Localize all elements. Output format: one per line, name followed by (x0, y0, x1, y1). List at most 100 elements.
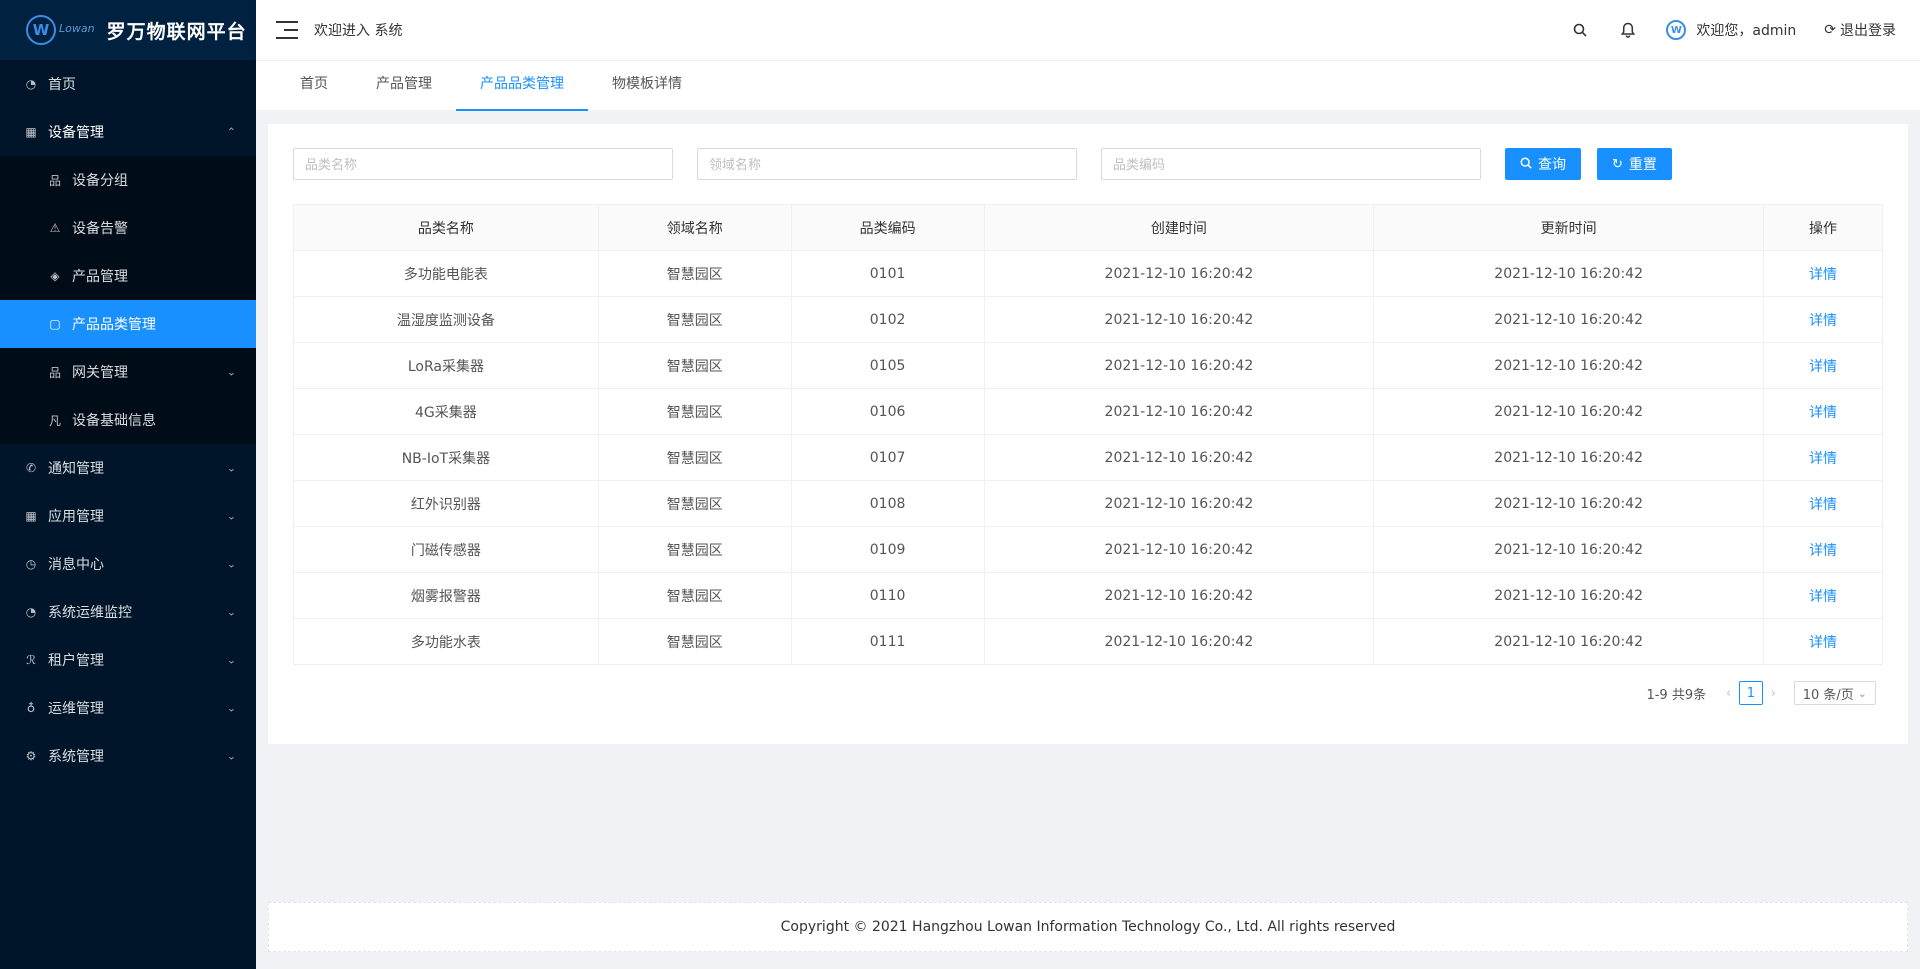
tab-product-management[interactable]: 产品管理 (352, 61, 456, 111)
table-cell: 烟雾报警器 (293, 572, 599, 619)
category-card: 查询 ↻ 重置 品类名称领域名称品类编码创建时间更新时间操作 多功能电能表智慧园… (268, 124, 1908, 744)
reset-button[interactable]: ↻ 重置 (1597, 148, 1672, 180)
sidebar-item-label: 设备告警 (72, 221, 128, 237)
sidebar-item-label: 系统运维监控 (48, 605, 132, 621)
sidebar-item-tenant[interactable]: ℛ 租户管理 ⌄ (0, 636, 256, 684)
table-cell: 2021-12-10 16:20:42 (983, 434, 1375, 481)
pagination: 1-9 共9条 ‹ 1 › 10 条/页 ⌄ (1646, 681, 1876, 705)
table-header: 品类名称 领域名称 品类编码 创建时间 更新时间 操作 (293, 204, 1883, 251)
tab-home[interactable]: 首页 (276, 61, 352, 111)
sidebar-item-device-info[interactable]: 凡 设备基础信息 (0, 396, 256, 444)
detail-link[interactable]: 详情 (1763, 480, 1883, 527)
detail-link[interactable]: 详情 (1763, 526, 1883, 573)
tab-product-category[interactable]: 产品品类管理 (456, 61, 588, 111)
table-column-header: 创建时间 (983, 204, 1375, 251)
sidebar-item-label: 产品管理 (72, 269, 128, 285)
sidebar-item-label: 网关管理 (72, 365, 128, 381)
table-cell: 智慧园区 (597, 572, 792, 619)
phone-icon: ✆ (25, 461, 37, 475)
detail-link[interactable]: 详情 (1763, 388, 1883, 435)
dashboard-icon: ◔ (25, 77, 37, 91)
menu-fold-icon[interactable] (276, 21, 298, 39)
lock-icon: ▢ (49, 317, 61, 331)
group-icon: 品 (48, 173, 61, 188)
table-cell: 智慧园区 (597, 480, 792, 527)
sidebar: W Lowan 罗万物联网平台 ◔ 首页 ▦ 设备管理 ⌃ 品 设备分组 ⚠ 设… (0, 0, 256, 969)
tab-model-template-detail[interactable]: 物模板详情 (588, 61, 706, 111)
sidebar-item-product-management[interactable]: ◈ 产品管理 (0, 252, 256, 300)
table-cell: 2021-12-10 16:20:42 (983, 526, 1375, 573)
sidebar-item-ops[interactable]: ♁ 运维管理 ⌄ (0, 684, 256, 732)
brand-logo[interactable]: W Lowan 罗万物联网平台 (0, 0, 256, 60)
user-greeting: 欢迎您，admin (1696, 23, 1797, 39)
chevron-down-icon: ⌄ (226, 461, 236, 475)
table-row: 温湿度监测设备 智慧园区 0102 2021-12-10 16:20:42 2021-1… (293, 296, 1883, 343)
next-page-icon[interactable]: › (1771, 686, 1776, 700)
table-row: NB-IoT采集器 智慧园区 0107 2021-12-10 16:20:42 2021… (293, 434, 1883, 481)
sidebar-item-label: 设备分组 (72, 173, 128, 189)
table-row: 门磁传感器 智慧园区 0109 2021-12-10 16:20:42 2021-12-… (293, 526, 1883, 573)
sidebar-item-apps[interactable]: ▦ 应用管理 ⌄ (0, 492, 256, 540)
category-name-input[interactable] (293, 148, 673, 180)
sidebar-item-messages[interactable]: ◷ 消息中心 ⌄ (0, 540, 256, 588)
sidebar-item-system[interactable]: ⚙ 系统管理 ⌄ (0, 732, 256, 780)
chevron-down-icon: ⌄ (226, 653, 236, 667)
page-footer: Copyright © 2021 Hangzhou Lowan Informat… (268, 902, 1908, 952)
table-cell: 2021-12-10 16:20:42 (983, 388, 1375, 435)
sidebar-item-label: 设备管理 (48, 125, 104, 141)
sidebar-item-system-monitor[interactable]: ◔ 系统运维监控 ⌄ (0, 588, 256, 636)
table-cell: 2021-12-10 16:20:42 (1373, 618, 1765, 665)
sidebar-item-product-category[interactable]: ▢ 产品品类管理 (0, 300, 256, 348)
detail-link[interactable]: 详情 (1763, 342, 1883, 389)
table-cell: 智慧园区 (597, 526, 792, 573)
page-number-current[interactable]: 1 (1738, 681, 1763, 705)
device-submenu: 品 设备分组 ⚠ 设备告警 ◈ 产品管理 ▢ 产品品类管理 品 网关管理 ⌄ 凡 (0, 156, 256, 444)
domain-name-input[interactable] (697, 148, 1077, 180)
info-icon: 凡 (48, 413, 61, 428)
table-row: 红外识别器 智慧园区 0108 2021-12-10 16:20:42 2021-12-… (293, 480, 1883, 527)
sidebar-item-device-group[interactable]: 品 设备分组 (0, 156, 256, 204)
product-icon: ◈ (50, 269, 60, 283)
table-cell: 2021-12-10 16:20:42 (983, 480, 1375, 527)
detail-link[interactable]: 详情 (1763, 296, 1883, 343)
table-column-header: 品类名称 (293, 204, 599, 251)
table-cell: 4G采集器 (293, 388, 599, 435)
table-cell: 温湿度监测设备 (293, 296, 599, 343)
table-cell: 0105 (790, 342, 985, 389)
detail-link[interactable]: 详情 (1763, 572, 1883, 619)
search-icon[interactable] (1570, 20, 1590, 40)
table-header-row: 品类名称 领域名称 品类编码 创建时间 更新时间 操作 (293, 204, 1883, 251)
pagination-summary: 1-9 共9条 (1646, 687, 1707, 703)
category-table: 品类名称 领域名称 品类编码 创建时间 更新时间 操作 多功能电能表 智慧园区 0101 202… (293, 204, 1883, 665)
search-button[interactable]: 查询 (1505, 148, 1581, 180)
sidebar-item-home[interactable]: ◔ 首页 (0, 60, 256, 108)
sidebar-item-notification[interactable]: ✆ 通知管理 ⌄ (0, 444, 256, 492)
page-size-select[interactable]: 10 条/页 ⌄ (1793, 681, 1876, 705)
bell-icon[interactable] (1618, 20, 1638, 40)
search-button-label: 查询 (1538, 156, 1566, 172)
sidebar-item-device-alarm[interactable]: ⚠ 设备告警 (0, 204, 256, 252)
sidebar-item-label: 首页 (48, 77, 76, 93)
sidebar-item-device-management[interactable]: ▦ 设备管理 ⌃ (0, 108, 256, 156)
sidebar-item-gateway[interactable]: 品 网关管理 ⌄ (0, 348, 256, 396)
reset-button-label: 重置 (1628, 156, 1657, 172)
sidebar-item-label: 通知管理 (48, 461, 104, 477)
chevron-down-icon: ⌄ (1857, 686, 1867, 700)
avatar-icon: W (1666, 20, 1687, 40)
table-cell: 0110 (790, 572, 985, 619)
detail-link[interactable]: 详情 (1763, 250, 1883, 297)
copyright-text: Copyright © 2021 Hangzhou Lowan Informat… (780, 919, 1396, 935)
table-cell: 0109 (790, 526, 985, 573)
table-cell: 0101 (790, 250, 985, 297)
prev-page-icon[interactable]: ‹ (1726, 686, 1731, 700)
apps-icon: ▦ (25, 509, 37, 523)
category-code-input[interactable] (1101, 148, 1481, 180)
table-cell: 红外识别器 (293, 480, 599, 527)
sidebar-item-label: 应用管理 (48, 509, 104, 525)
table-cell: 0107 (790, 434, 985, 481)
detail-link[interactable]: 详情 (1763, 618, 1883, 665)
detail-link[interactable]: 详情 (1763, 434, 1883, 481)
user-menu[interactable]: W 欢迎您，admin (1666, 20, 1796, 40)
brand-mark-icon: W (26, 15, 56, 45)
logout-button[interactable]: ⟳ 退出登录 (1824, 20, 1896, 40)
